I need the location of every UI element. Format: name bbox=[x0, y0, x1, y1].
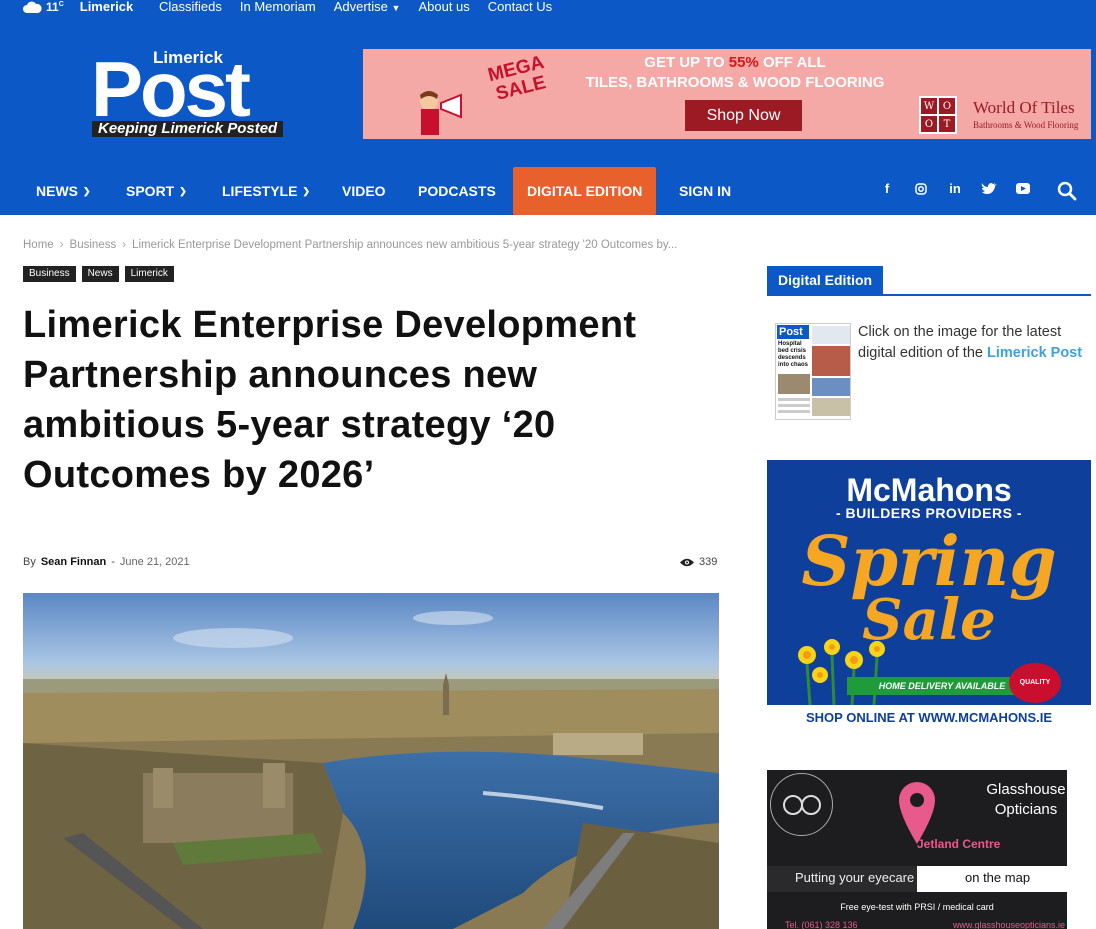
category-tags: Business News Limerick bbox=[23, 266, 174, 282]
tag-news[interactable]: News bbox=[81, 266, 119, 282]
youtube-icon[interactable] bbox=[1014, 181, 1032, 197]
free-eye-test-text: Free eye-test with PRSI / medical card bbox=[840, 902, 994, 912]
world-of-tiles-brand: W O O T World Of Tiles Bathrooms & Wood … bbox=[919, 96, 1089, 136]
chevron-down-icon: ❯ bbox=[302, 185, 310, 196]
article-hero-image[interactable] bbox=[23, 593, 719, 929]
breadcrumb-separator-icon: › bbox=[59, 239, 64, 251]
go-logo bbox=[770, 773, 833, 836]
search-icon[interactable] bbox=[1057, 181, 1077, 201]
nav-digital-edition[interactable]: DIGITAL EDITION bbox=[513, 167, 657, 215]
jetland-centre: Jetland Centre bbox=[917, 837, 1001, 851]
logo-small-text: Limerick bbox=[153, 48, 223, 67]
top-link-advertise[interactable]: Advertise ▼ bbox=[334, 0, 401, 14]
linkedin-icon[interactable]: in bbox=[946, 181, 964, 196]
author-link[interactable]: Sean Finnan bbox=[41, 556, 106, 568]
thumbnail-masthead: Post bbox=[777, 325, 809, 339]
mcmahons-spring: Spring bbox=[801, 522, 1057, 602]
site-logo[interactable]: Post Limerick Keeping Limerick Posted bbox=[91, 48, 296, 140]
weather-location: Limerick bbox=[79, 0, 134, 14]
glasshouse-name: Glasshouse Opticians bbox=[986, 781, 1066, 818]
chevron-down-icon: ❯ bbox=[179, 185, 187, 196]
mega-sale-badge: MEGA SALE bbox=[485, 52, 549, 105]
publish-date: June 21, 2021 bbox=[119, 556, 190, 568]
glasshouse-opticians-ad[interactable]: Glasshouse Opticians Jetland Centre Putt… bbox=[767, 770, 1067, 929]
tagline-right: on the map bbox=[965, 870, 1031, 885]
view-count: 339 bbox=[680, 556, 717, 568]
breadcrumb-current: Limerick Enterprise Development Partners… bbox=[132, 239, 678, 251]
nav-podcasts[interactable]: PODCASTS bbox=[418, 167, 496, 215]
logo-tagline: Keeping Limerick Posted bbox=[92, 121, 284, 137]
facebook-icon[interactable]: f bbox=[878, 181, 896, 196]
top-bar: 11C Limerick Classifieds In Memoriam Adv… bbox=[0, 0, 1096, 18]
limerick-post-link[interactable]: Limerick Post bbox=[987, 345, 1082, 361]
top-link-in-memoriam[interactable]: In Memoriam bbox=[240, 0, 316, 14]
tagline-bar: Putting your eyecare on the map bbox=[767, 866, 1067, 892]
temperature: 11C bbox=[46, 0, 64, 14]
sidebar-heading: Digital Edition bbox=[767, 266, 884, 294]
mcmahons-subtitle: - BUILDERS PROVIDERS - bbox=[835, 505, 1022, 521]
tagline-left: Putting your eyecare bbox=[795, 870, 915, 885]
breadcrumb-separator-icon: › bbox=[122, 239, 127, 251]
article-meta: By Sean Finnan - June 21, 2021 bbox=[23, 556, 190, 568]
mcmahons-ad[interactable]: McMahons - BUILDERS PROVIDERS - Spring S… bbox=[767, 460, 1091, 730]
nav-sign-in[interactable]: SIGN IN bbox=[679, 167, 731, 215]
eye-icon bbox=[680, 558, 694, 566]
breadcrumb-section[interactable]: Business bbox=[70, 239, 117, 251]
chevron-down-icon: ▼ bbox=[391, 3, 401, 13]
cloud-icon bbox=[23, 1, 42, 13]
breadcrumb: Home › Business › Limerick Enterprise De… bbox=[23, 239, 677, 251]
article-title: Limerick Enterprise Development Partners… bbox=[23, 304, 637, 496]
top-links: Classifieds In Memoriam Advertise ▼ Abou… bbox=[159, 0, 552, 14]
brand-subtitle: Bathrooms & Wood Flooring bbox=[973, 120, 1079, 130]
top-link-about-us[interactable]: About us bbox=[418, 0, 469, 14]
chevron-down-icon: ❯ bbox=[83, 185, 91, 196]
view-count-value: 339 bbox=[699, 556, 718, 568]
digital-edition-text: Click on the image for the latest digita… bbox=[858, 324, 1083, 361]
byline-prefix: By bbox=[23, 556, 36, 568]
nav-news[interactable]: NEWS ❯ bbox=[36, 167, 91, 215]
top-link-contact-us[interactable]: Contact Us bbox=[488, 0, 552, 14]
glasshouse-web: www.glasshouseopticians.ie bbox=[952, 920, 1065, 929]
sidebar-digital-edition-header: Digital Edition bbox=[767, 266, 1091, 296]
breadcrumb-home[interactable]: Home bbox=[23, 239, 54, 251]
twitter-icon[interactable] bbox=[980, 181, 998, 199]
glasshouse-contact: Tel. (061) 328 136 www.glasshouseopticia… bbox=[785, 920, 1065, 929]
tag-limerick[interactable]: Limerick bbox=[124, 266, 174, 282]
thumbnail-headline: Hospital bed crisis descends into chaos bbox=[778, 341, 809, 368]
top-link-classifieds[interactable]: Classifieds bbox=[159, 0, 222, 14]
weather-widget: 11C Limerick bbox=[22, 0, 133, 14]
mcmahons-brand: McMahons bbox=[846, 472, 1012, 508]
digital-edition-thumbnail[interactable]: Post Hospital bed crisis descends into c… bbox=[775, 323, 851, 420]
top-banner-ad[interactable]: MEGA SALE GET UP TO 55% OFF ALL TILES, B… bbox=[363, 49, 1091, 139]
tag-business[interactable]: Business bbox=[23, 266, 76, 282]
shop-now-button[interactable]: Shop Now bbox=[685, 100, 802, 131]
ad-headline: GET UP TO 55% OFF ALL TILES, BATHROOMS &… bbox=[585, 54, 885, 91]
brand-logo-icon: W O O T bbox=[919, 96, 957, 134]
site-header: 11C Limerick Classifieds In Memoriam Adv… bbox=[0, 0, 1096, 215]
instagram-icon[interactable] bbox=[912, 181, 930, 198]
brand-name: World Of Tiles bbox=[973, 98, 1075, 117]
meta-dash: - bbox=[111, 556, 115, 568]
nav-video[interactable]: VIDEO bbox=[342, 167, 386, 215]
megaphone-woman-illustration bbox=[420, 91, 462, 135]
quality-badge: QUALITY bbox=[1009, 663, 1061, 703]
nav-lifestyle[interactable]: LIFESTYLE ❯ bbox=[222, 167, 310, 215]
mcmahons-shop-online: SHOP ONLINE AT WWW.MCMAHONS.IE bbox=[767, 705, 1091, 730]
glasshouse-phone: Tel. (061) 328 136 bbox=[785, 920, 858, 929]
nav-sport[interactable]: SPORT ❯ bbox=[126, 167, 187, 215]
main-nav: NEWS ❯ SPORT ❯ LIFESTYLE ❯ VIDEO PODCASTS D… bbox=[0, 167, 1096, 215]
